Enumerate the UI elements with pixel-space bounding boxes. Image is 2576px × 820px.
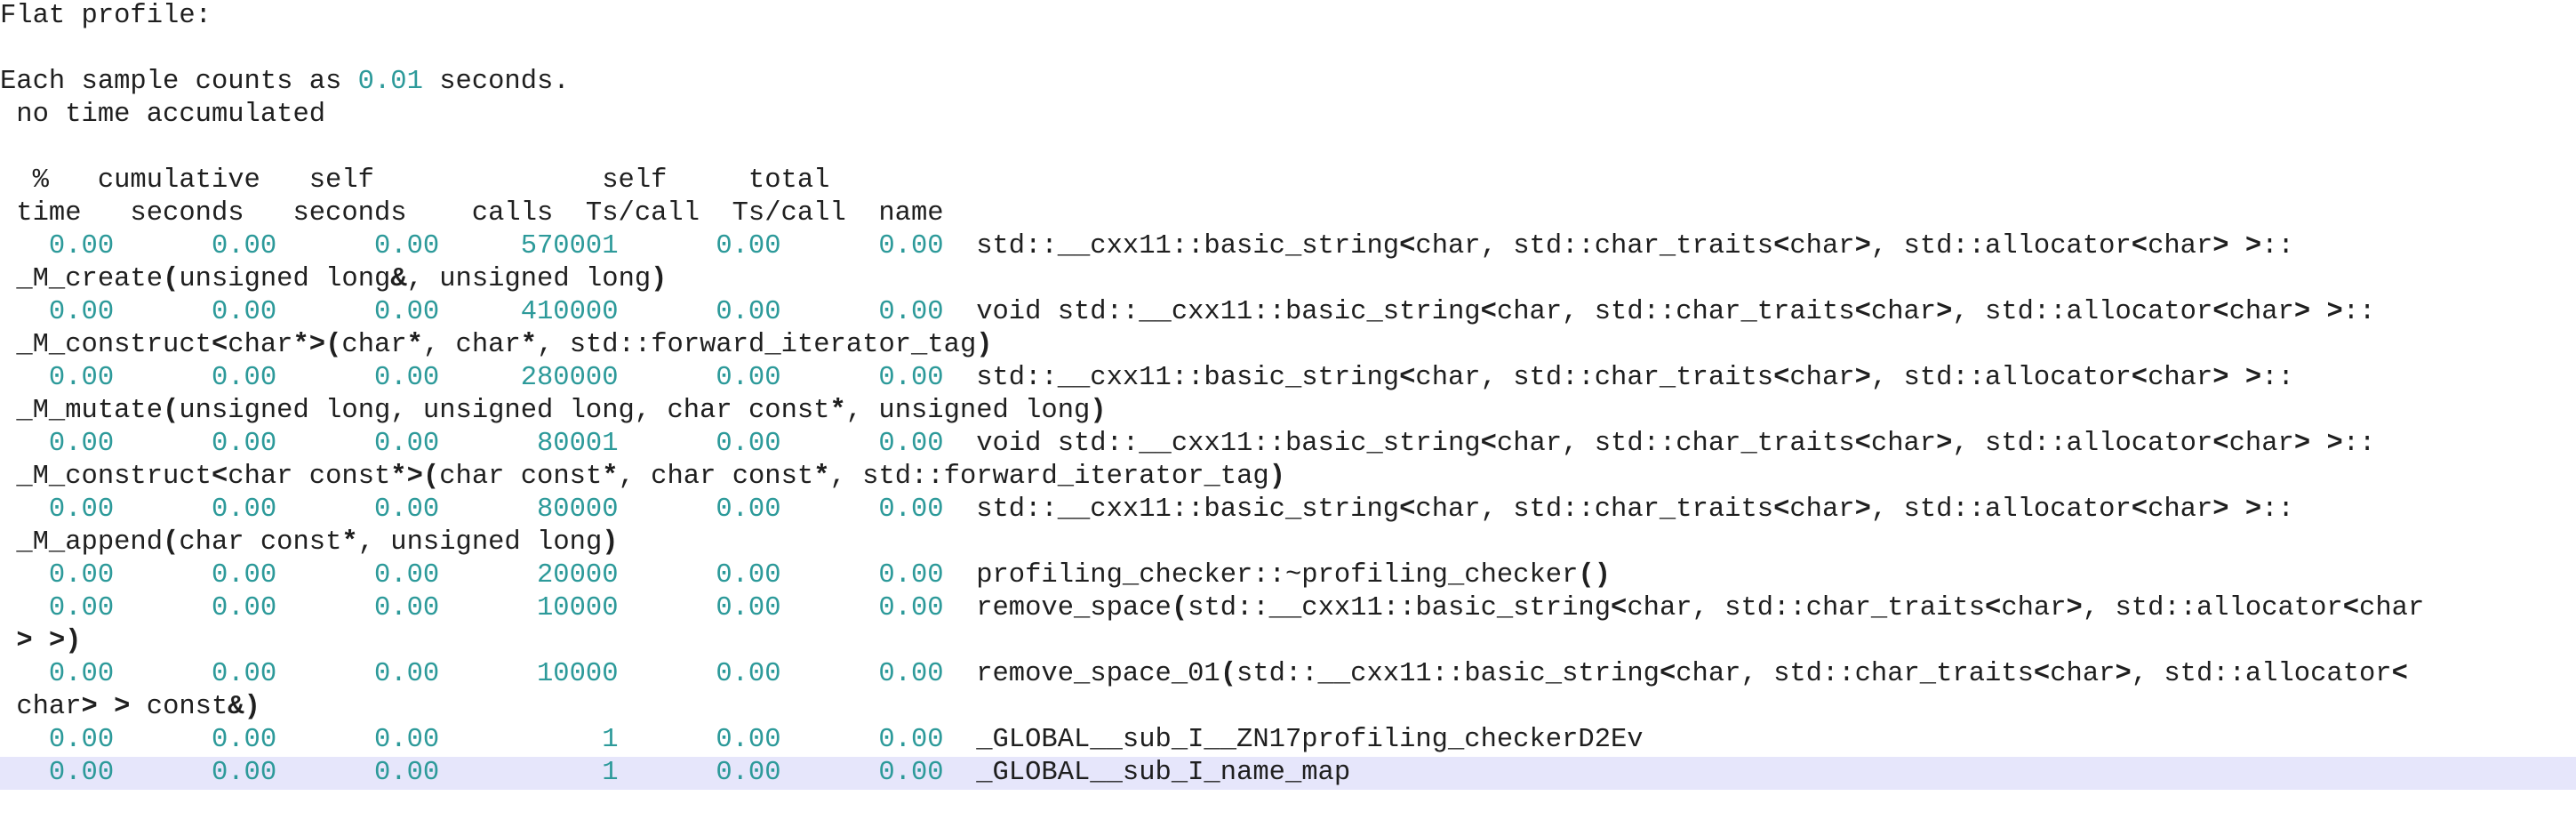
table-row-continuation: > >) — [0, 625, 2576, 658]
function-name-continuation: > >) — [16, 626, 82, 656]
row-metrics: 0.00 0.00 0.00 20000 0.00 0.00 — [0, 560, 977, 591]
function-name-continuation: _M_construct<char const*>(char const*, c… — [16, 462, 1286, 492]
function-name: profiling_checker::~profiling_checker() — [976, 560, 1612, 591]
table-row: 0.00 0.00 0.00 1 0.00 0.00 _GLOBAL__sub_… — [0, 724, 2576, 757]
table-row-continuation: _M_append(char const*, unsigned long) — [0, 527, 2576, 559]
row-metrics: 0.00 0.00 0.00 410000 0.00 0.00 — [0, 297, 977, 327]
function-name-continuation: char> > const&) — [16, 692, 260, 722]
row-metrics: 0.00 0.00 0.00 1 0.00 0.00 — [0, 725, 977, 755]
row-metrics: 0.00 0.00 0.00 280000 0.00 0.00 — [0, 363, 977, 393]
function-name: std::__cxx11::basic_string<char, std::ch… — [976, 231, 2294, 261]
table-row: 0.00 0.00 0.00 1 0.00 0.00 _GLOBAL__sub_… — [0, 757, 2576, 790]
function-name: void std::__cxx11::basic_string<char, st… — [976, 429, 2376, 459]
function-name-continuation: _M_construct<char*>(char*, char*, std::f… — [16, 330, 993, 360]
row-metrics: 0.00 0.00 0.00 10000 0.00 0.00 — [0, 659, 977, 689]
sample-prefix: Each sample counts as — [0, 67, 358, 97]
table-row-continuation: _M_create(unsigned long&, unsigned long) — [0, 263, 2576, 296]
table-row: 0.00 0.00 0.00 20000 0.00 0.00 profiling… — [0, 559, 2576, 592]
table-row: 0.00 0.00 0.00 570001 0.00 0.00 std::__c… — [0, 230, 2576, 263]
no-time-message: no time accumulated — [0, 100, 326, 130]
function-name: _GLOBAL__sub_I__ZN17profiling_checkerD2E… — [976, 725, 1644, 755]
table-row-continuation: _M_mutate(unsigned long, unsigned long, … — [0, 395, 2576, 428]
sample-info: Each sample counts as 0.01 seconds. — [0, 66, 2576, 99]
function-name: _GLOBAL__sub_I_name_map — [976, 758, 1351, 788]
table-row: 0.00 0.00 0.00 280000 0.00 0.00 std::__c… — [0, 362, 2576, 395]
column-header-1: % cumulative self self total — [0, 165, 1009, 196]
row-metrics: 0.00 0.00 0.00 10000 0.00 0.00 — [0, 593, 977, 623]
function-name: remove_space(std::__cxx11::basic_string<… — [976, 593, 2425, 623]
table-row: 0.00 0.00 0.00 80001 0.00 0.00 void std:… — [0, 428, 2576, 461]
table-row: 0.00 0.00 0.00 80000 0.00 0.00 std::__cx… — [0, 494, 2576, 527]
row-metrics: 0.00 0.00 0.00 1 0.00 0.00 — [0, 758, 977, 788]
function-name: remove_space_01(std::__cxx11::basic_stri… — [976, 659, 2408, 689]
table-row: 0.00 0.00 0.00 10000 0.00 0.00 remove_sp… — [0, 592, 2576, 625]
table-row-continuation: _M_construct<char const*>(char const*, c… — [0, 461, 2576, 494]
column-header-2: time seconds seconds calls Ts/call Ts/ca… — [0, 198, 1009, 229]
function-name-continuation: _M_append(char const*, unsigned long) — [16, 527, 619, 558]
function-name-continuation: _M_create(unsigned long&, unsigned long) — [16, 264, 668, 294]
function-name: std::__cxx11::basic_string<char, std::ch… — [976, 494, 2294, 525]
row-metrics: 0.00 0.00 0.00 80000 0.00 0.00 — [0, 494, 977, 525]
sample-suffix: seconds. — [422, 67, 570, 97]
function-name: void std::__cxx11::basic_string<char, st… — [976, 297, 2376, 327]
sample-value: 0.01 — [357, 67, 423, 97]
function-name: std::__cxx11::basic_string<char, std::ch… — [976, 363, 2294, 393]
table-row-continuation: _M_construct<char*>(char*, char*, std::f… — [0, 329, 2576, 362]
table-row: 0.00 0.00 0.00 10000 0.00 0.00 remove_sp… — [0, 658, 2576, 691]
row-metrics: 0.00 0.00 0.00 80001 0.00 0.00 — [0, 429, 977, 459]
row-metrics: 0.00 0.00 0.00 570001 0.00 0.00 — [0, 231, 977, 261]
table-row-continuation: char> > const&) — [0, 691, 2576, 724]
table-row: 0.00 0.00 0.00 410000 0.00 0.00 void std… — [0, 296, 2576, 329]
terminal-output: { "title": "Flat profile:", "sample_pref… — [0, 0, 2576, 820]
function-name-continuation: _M_mutate(unsigned long, unsigned long, … — [16, 396, 1107, 426]
page-title: Flat profile: — [0, 1, 212, 31]
